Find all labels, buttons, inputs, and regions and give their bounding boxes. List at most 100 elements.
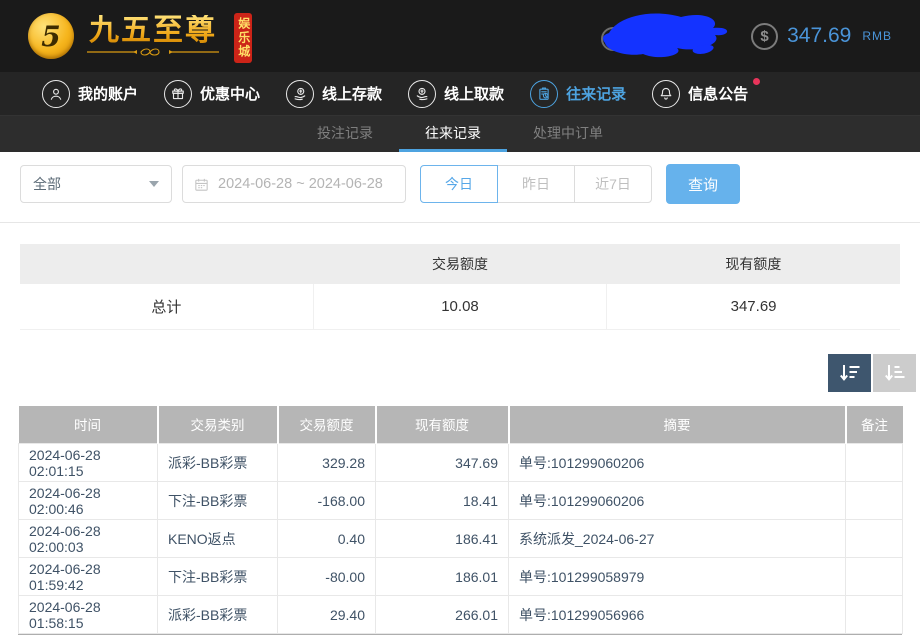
cell-note <box>846 558 903 596</box>
summary-total-transaction: 10.08 <box>313 284 606 329</box>
nav-label: 信息公告 <box>688 83 748 104</box>
table-row: 2024-06-28 02:00:03 KENO返点 0.40 186.41 系… <box>19 520 903 558</box>
cell-summary: 单号:101299060206 <box>509 482 846 520</box>
table-row: 2024-06-28 02:01:15 派彩-BB彩票 329.28 347.6… <box>19 444 903 482</box>
col-header-amount: 交易额度 <box>278 406 376 444</box>
col-header-type: 交易类别 <box>158 406 278 444</box>
records-icon <box>530 80 558 108</box>
cell-type: 派彩-BB彩票 <box>158 596 278 634</box>
summary-total-row: 总计 10.08 347.69 <box>20 284 900 329</box>
record-tabbar: 投注记录 往来记录 处理中订单 <box>0 115 920 152</box>
cell-time: 2024-06-28 02:00:46 <box>19 482 158 520</box>
summary-total-balance: 347.69 <box>607 284 900 329</box>
cell-note <box>846 596 903 634</box>
cell-amount: 0.40 <box>278 520 376 558</box>
summary-header-empty <box>20 244 313 284</box>
nav-item-withdraw[interactable]: 线上取款 <box>408 80 504 108</box>
cell-time: 2024-06-28 02:01:15 <box>19 444 158 482</box>
deposit-icon <box>286 80 314 108</box>
type-select[interactable]: 全部 <box>20 165 172 203</box>
notification-dot <box>753 78 760 85</box>
user-area <box>599 7 737 65</box>
main-navbar: 我的账户 优惠中心 线上存款 线上取款 往来记录 信息公告 <box>0 72 920 115</box>
transactions-table: 时间 交易类别 交易额度 现有额度 摘要 备注 2024-06-28 02:01… <box>18 406 903 635</box>
table-row: 2024-06-28 01:59:42 下注-BB彩票 -80.00 186.0… <box>19 558 903 596</box>
top-header: 5 九五至尊 娱乐城 $ 347.69 RMB <box>0 0 920 72</box>
logo-flourish-icon <box>83 47 223 57</box>
cell-note <box>846 482 903 520</box>
cell-balance: 18.41 <box>376 482 509 520</box>
calendar-icon <box>193 176 210 193</box>
logo-monogram-icon: 5 <box>28 13 74 59</box>
cell-type: 下注-BB彩票 <box>158 482 278 520</box>
col-header-time: 时间 <box>19 406 158 444</box>
summary-total-label: 总计 <box>20 284 313 329</box>
table-row: 2024-06-28 01:58:15 派彩-BB彩票 29.40 266.01… <box>19 596 903 634</box>
cell-amount: 329.28 <box>278 444 376 482</box>
type-select-value: 全部 <box>33 174 61 194</box>
tab-bet-records[interactable]: 投注记录 <box>291 116 399 152</box>
sort-ascending-icon <box>883 363 907 383</box>
nav-label: 往来记录 <box>566 83 626 104</box>
nav-label: 优惠中心 <box>200 83 260 104</box>
cell-amount: -80.00 <box>278 558 376 596</box>
chevron-down-icon <box>149 181 159 187</box>
cell-type: KENO返点 <box>158 520 278 558</box>
cell-summary: 单号:101299056966 <box>509 596 846 634</box>
logo-brand-text: 九五至尊 <box>89 15 217 47</box>
nav-label: 我的账户 <box>78 83 138 104</box>
balance-amount: 347.69 <box>787 24 851 48</box>
cell-note <box>846 520 903 558</box>
sort-ascending-button[interactable] <box>873 354 916 392</box>
dollar-circle-icon: $ <box>751 23 778 50</box>
sort-controls <box>0 354 916 392</box>
nav-label: 线上取款 <box>444 83 504 104</box>
cell-balance: 186.41 <box>376 520 509 558</box>
cell-balance: 347.69 <box>376 444 509 482</box>
quick-date-group: 今日 昨日 近7日 <box>420 165 652 203</box>
gift-icon <box>164 80 192 108</box>
yesterday-button[interactable]: 昨日 <box>497 165 575 203</box>
cell-summary: 系统派发_2024-06-27 <box>509 520 846 558</box>
bell-icon <box>652 80 680 108</box>
summary-header-transaction: 交易额度 <box>313 244 606 284</box>
table-header-row: 时间 交易类别 交易额度 现有额度 摘要 备注 <box>19 406 903 444</box>
cell-balance: 186.01 <box>376 558 509 596</box>
cell-summary: 单号:101299060206 <box>509 444 846 482</box>
date-range-input[interactable]: 2024-06-28 ~ 2024-06-28 <box>182 165 406 203</box>
tab-pending-orders[interactable]: 处理中订单 <box>507 116 629 152</box>
nav-item-my-account[interactable]: 我的账户 <box>42 80 138 108</box>
summary-table: 交易额度 现有额度 总计 10.08 347.69 <box>20 244 900 330</box>
balance-currency: RMB <box>862 29 892 43</box>
logo-badge: 娱乐城 <box>234 13 252 63</box>
summary-header-balance: 现有额度 <box>607 244 900 284</box>
summary-header-row: 交易额度 现有额度 <box>20 244 900 284</box>
nav-item-promotions[interactable]: 优惠中心 <box>164 80 260 108</box>
nav-item-announcements[interactable]: 信息公告 <box>652 80 748 108</box>
last7days-button[interactable]: 近7日 <box>574 165 652 203</box>
site-logo[interactable]: 5 九五至尊 娱乐城 <box>28 9 279 63</box>
cell-time: 2024-06-28 01:58:15 <box>19 596 158 634</box>
cell-time: 2024-06-28 01:59:42 <box>19 558 158 596</box>
nav-label: 线上存款 <box>322 83 382 104</box>
balance-display: $ 347.69 RMB <box>751 23 892 50</box>
user-icon <box>42 80 70 108</box>
cell-balance: 266.01 <box>376 596 509 634</box>
date-range-value: 2024-06-28 ~ 2024-06-28 <box>218 176 383 192</box>
cell-type: 派彩-BB彩票 <box>158 444 278 482</box>
tab-transaction-records[interactable]: 往来记录 <box>399 116 507 152</box>
table-row: 2024-06-28 02:00:46 下注-BB彩票 -168.00 18.4… <box>19 482 903 520</box>
nav-item-deposit[interactable]: 线上存款 <box>286 80 382 108</box>
sort-descending-icon <box>838 363 862 383</box>
col-header-note: 备注 <box>846 406 903 444</box>
cell-note <box>846 444 903 482</box>
nav-item-transactions[interactable]: 往来记录 <box>530 80 626 108</box>
logo-text-wrap: 九五至尊 <box>83 15 223 57</box>
sort-descending-button[interactable] <box>828 354 871 392</box>
filter-section: 全部 2024-06-28 ~ 2024-06-28 今日 昨日 近7日 查询 <box>0 152 920 223</box>
query-button[interactable]: 查询 <box>666 164 740 204</box>
censored-username <box>599 7 737 65</box>
today-button[interactable]: 今日 <box>420 165 498 203</box>
col-header-summary: 摘要 <box>509 406 846 444</box>
cell-type: 下注-BB彩票 <box>158 558 278 596</box>
